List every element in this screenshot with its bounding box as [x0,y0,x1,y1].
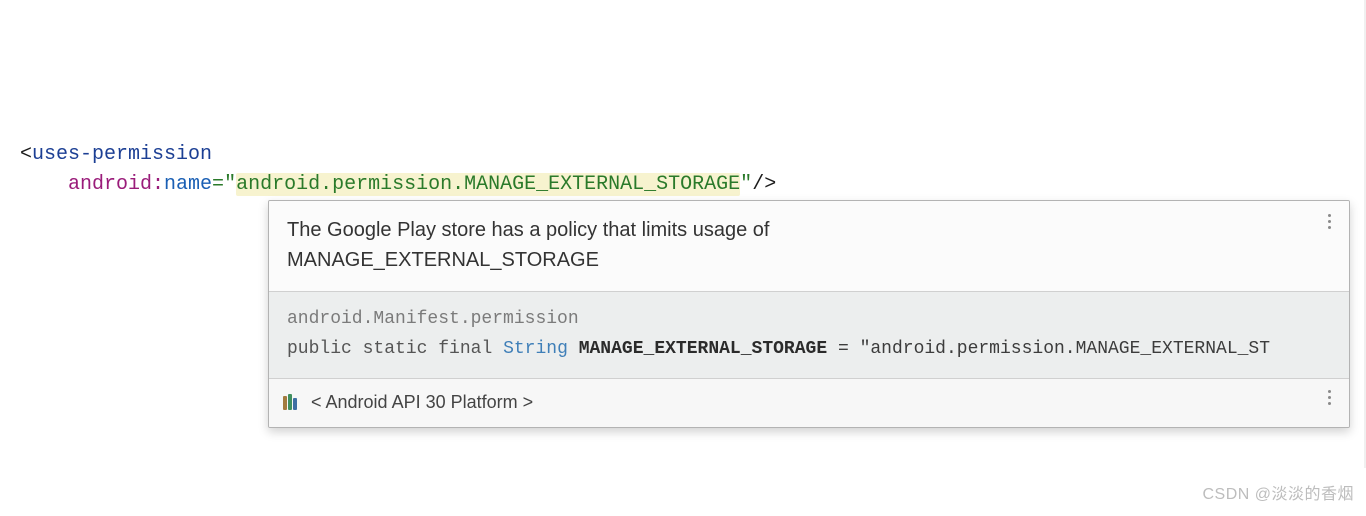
lint-warning-section: The Google Play store has a policy that … [269,201,1349,292]
doc-type: String [503,339,568,359]
code-editor[interactable]: <uses-permission android:name="android.p… [0,0,1366,516]
more-actions-icon[interactable] [1319,387,1339,407]
kw-static: static [363,339,428,359]
angle-open: < [20,143,32,166]
watermark-text: CSDN @淡淡的香烟 [1202,480,1354,510]
doc-fully-qualified-class: android.Manifest.permission [287,309,579,329]
code-line-2: android:name="android.permission.MANAGE_… [20,170,776,200]
attr-name: name [164,173,212,196]
platform-source-section: < Android API 30 Platform > [269,379,1349,427]
doc-eq: = [827,339,859,359]
code-block: <uses-permission android:name="android.p… [20,140,776,200]
lint-documentation-popup: The Google Play store has a policy that … [268,200,1350,428]
doc-string-literal: "android.permission.MANAGE_EXTERNAL_ST [860,339,1270,359]
library-icon [283,394,301,410]
lint-warning-line-2: MANAGE_EXTERNAL_STORAGE [287,245,1309,275]
doc-constant-name: MANAGE_EXTERNAL_STORAGE [579,339,827,359]
attr-colon: : [152,173,164,196]
kw-final: final [438,339,492,359]
kw-public: public [287,339,352,359]
attr-quote-open: " [224,173,236,196]
attr-quote-close: " [740,173,752,196]
platform-label: < Android API 30 Platform > [311,387,533,417]
attr-equals: = [212,173,224,196]
tag-self-close: /> [752,173,776,196]
attr-namespace: android [68,173,152,196]
javadoc-section: android.Manifest.permission public stati… [269,292,1349,379]
attr-value-highlighted: android.permission.MANAGE_EXTERNAL_STORA… [236,173,740,196]
lint-warning-line-1: The Google Play store has a policy that … [287,215,1309,245]
xml-tag-name: uses-permission [32,143,212,166]
code-line-1: <uses-permission [20,140,776,170]
more-actions-icon[interactable] [1319,211,1339,231]
